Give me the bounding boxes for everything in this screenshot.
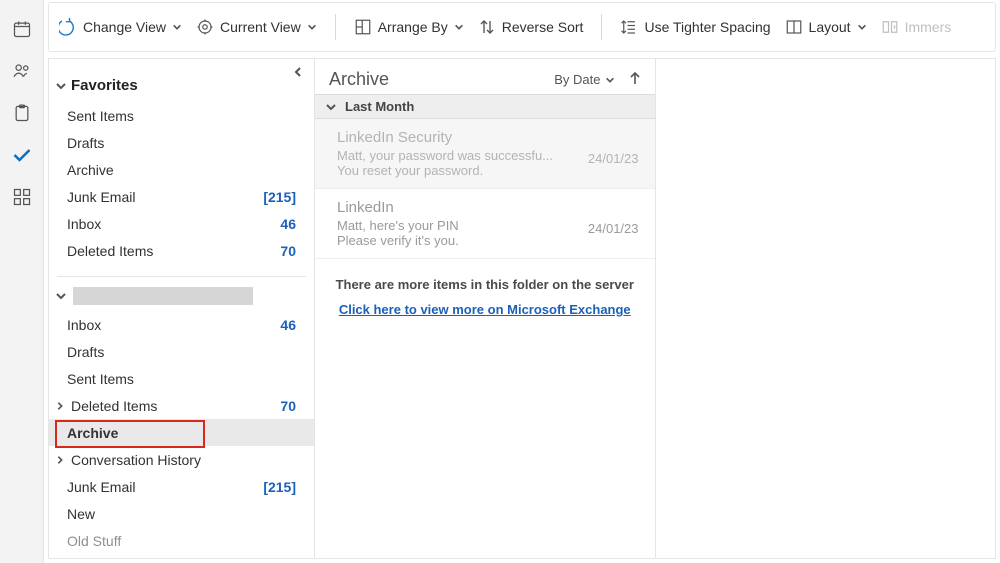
toolbar-separator	[601, 14, 602, 40]
account-name-redacted	[73, 287, 253, 305]
change-view-button[interactable]: Change View	[59, 18, 182, 36]
reading-pane	[656, 59, 996, 558]
immersive-label: Immers	[905, 19, 952, 35]
message-date: 24/01/23	[588, 151, 639, 166]
group-header[interactable]: Last Month	[315, 94, 655, 119]
folder-junk-email[interactable]: Junk Email[215]	[49, 183, 314, 210]
acct-drafts[interactable]: Drafts	[49, 338, 314, 365]
message-sender: LinkedIn Security	[337, 129, 641, 146]
chevron-right-icon[interactable]	[55, 401, 67, 411]
left-rail	[0, 0, 44, 563]
view-toolbar: Change View Current View Arrange By Reve…	[48, 2, 996, 52]
current-view-button[interactable]: Current View	[196, 18, 317, 36]
toolbar-separator	[335, 14, 336, 40]
collapse-folder-pane-button[interactable]	[292, 65, 304, 81]
tighter-spacing-button[interactable]: Use Tighter Spacing	[620, 18, 770, 36]
acct-deleted-items[interactable]: Deleted Items70	[49, 392, 314, 419]
todo-icon[interactable]	[11, 144, 33, 166]
sort-dropdown[interactable]: By Date	[554, 72, 614, 87]
view-more-link[interactable]: Click here to view more on Microsoft Exc…	[339, 302, 631, 317]
acct-new[interactable]: New	[49, 500, 314, 527]
message-item[interactable]: LinkedIn Security Matt, your password wa…	[315, 119, 655, 189]
chevron-right-icon[interactable]	[55, 455, 67, 465]
message-date: 24/01/23	[588, 221, 639, 236]
acct-junk-email[interactable]: Junk Email[215]	[49, 473, 314, 500]
sort-direction-button[interactable]	[629, 71, 641, 88]
favorites-label: Favorites	[71, 77, 138, 94]
folder-pane: Favorites Sent Items Drafts Archive Junk…	[49, 59, 315, 558]
acct-inbox[interactable]: Inbox46	[49, 311, 314, 338]
folder-inbox[interactable]: Inbox46	[49, 210, 314, 237]
sort-label: By Date	[554, 72, 600, 87]
tighter-spacing-label: Use Tighter Spacing	[644, 19, 770, 35]
favorites-list: Sent Items Drafts Archive Junk Email[215…	[49, 100, 314, 266]
folder-drafts[interactable]: Drafts	[49, 129, 314, 156]
folder-archive[interactable]: Archive	[49, 156, 314, 183]
tasks-icon[interactable]	[11, 102, 33, 124]
server-notice-text: There are more items in this folder on t…	[325, 277, 645, 292]
arrange-by-button[interactable]: Arrange By	[354, 18, 464, 36]
group-label: Last Month	[345, 99, 414, 114]
server-items-notice: There are more items in this folder on t…	[315, 259, 655, 335]
apps-icon[interactable]	[11, 186, 33, 208]
message-list-pane: Archive By Date Last Month	[315, 59, 656, 558]
divider	[57, 276, 306, 277]
calendar-icon[interactable]	[11, 18, 33, 40]
reverse-sort-label: Reverse Sort	[502, 19, 584, 35]
acct-sent-items[interactable]: Sent Items	[49, 365, 314, 392]
reverse-sort-button[interactable]: Reverse Sort	[478, 18, 584, 36]
account-header[interactable]	[49, 283, 314, 309]
list-header: Archive By Date	[315, 59, 655, 94]
change-view-label: Change View	[83, 19, 166, 35]
acct-conversation-history[interactable]: Conversation History	[49, 446, 314, 473]
current-view-label: Current View	[220, 19, 301, 35]
account-folders: Inbox46 Drafts Sent Items Deleted Items7…	[49, 309, 314, 556]
people-icon[interactable]	[11, 60, 33, 82]
layout-button[interactable]: Layout	[785, 18, 867, 36]
workspace: Favorites Sent Items Drafts Archive Junk…	[48, 58, 996, 559]
immersive-reader-button[interactable]: Immers	[881, 18, 952, 36]
layout-label: Layout	[809, 19, 851, 35]
message-sender: LinkedIn	[337, 199, 641, 216]
acct-old-stuff[interactable]: Old Stuff	[49, 527, 314, 554]
arrange-by-label: Arrange By	[378, 19, 448, 35]
folder-deleted-items[interactable]: Deleted Items70	[49, 237, 314, 264]
folder-sent-items[interactable]: Sent Items	[49, 102, 314, 129]
favorites-header[interactable]: Favorites	[49, 67, 314, 100]
acct-archive[interactable]: Archive	[49, 419, 314, 446]
message-item[interactable]: LinkedIn Matt, here's your PIN Please ve…	[315, 189, 655, 259]
list-title: Archive	[329, 69, 389, 90]
